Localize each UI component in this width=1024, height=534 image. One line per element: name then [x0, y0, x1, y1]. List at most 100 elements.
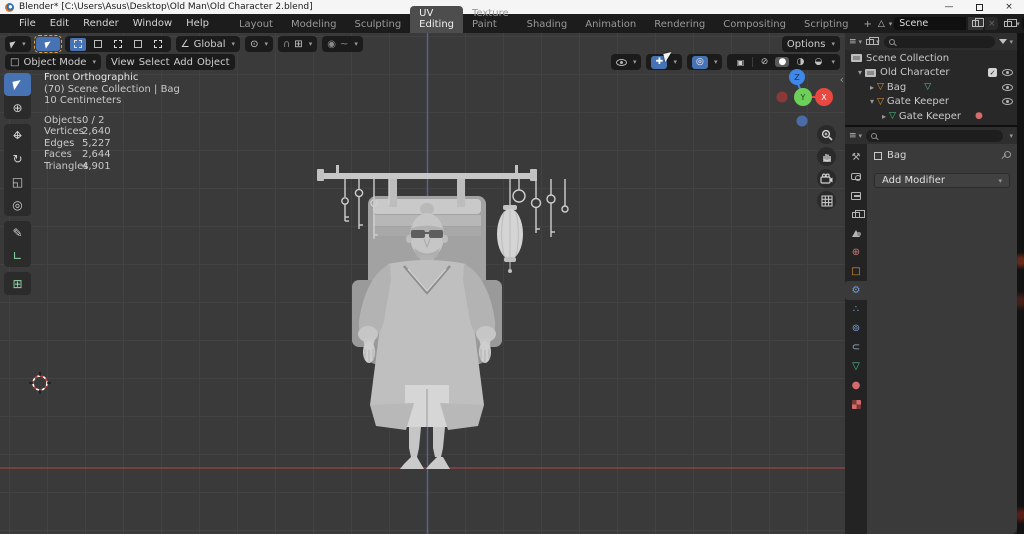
select-mode-subtract[interactable] — [110, 38, 126, 51]
outliner-search-input[interactable] — [883, 35, 996, 48]
menu-help[interactable]: Help — [179, 14, 216, 33]
menu-window[interactable]: Window — [126, 14, 179, 33]
snap-controls[interactable]: ∩ ⊞ ▾ — [277, 36, 318, 52]
tab-animation[interactable]: Animation — [576, 17, 645, 33]
outliner-row-gate-keeper[interactable]: ▾ ▽ Gate Keeper — [845, 95, 1017, 110]
overlays-toggle[interactable]: ◎ ▾ — [686, 54, 723, 70]
tab-physics[interactable]: ⊚ — [845, 319, 867, 338]
new-scene-button[interactable] — [968, 17, 985, 30]
tab-particles[interactable]: ∴ — [845, 300, 867, 319]
orthographic-toggle-button[interactable] — [817, 191, 836, 210]
shading-wireframe-button[interactable]: ⊘ — [757, 57, 771, 67]
xray-toggle[interactable]: ▣ — [732, 56, 748, 69]
tab-render[interactable] — [845, 167, 867, 186]
options-dropdown[interactable]: Options ▾ — [781, 36, 840, 52]
properties-options-dropdown[interactable]: ▾ — [1009, 132, 1013, 140]
disclosure-open-icon[interactable]: ▾ — [867, 97, 877, 106]
hide-toggle[interactable] — [1002, 98, 1013, 106]
tab-object-data[interactable]: ▽ — [845, 357, 867, 376]
add-workspace-button[interactable]: + — [857, 17, 877, 33]
active-tool-dropdown[interactable]: ◤ ▾ — [5, 36, 31, 52]
outliner-filter-id-dropdown[interactable]: ▾ — [866, 36, 880, 46]
outliner-filter-dropdown[interactable]: ▾ — [999, 38, 1013, 46]
close-button[interactable]: × — [994, 0, 1024, 14]
unlink-scene-button[interactable]: × — [985, 17, 999, 30]
outliner-row-old-character[interactable]: ▾ Old Character ✓ — [845, 66, 1017, 81]
tab-layout[interactable]: Layout — [230, 17, 282, 33]
scene-name-field[interactable]: Scene — [894, 17, 967, 30]
view-layer-icon — [1004, 18, 1018, 27]
mode-dropdown[interactable]: □ Object Mode ▾ — [5, 54, 101, 70]
collection-checkbox[interactable]: ✓ — [988, 68, 997, 78]
object-visibility-dropdown[interactable]: ▾ — [610, 54, 642, 70]
disclosure-closed-icon[interactable]: ▸ — [867, 83, 877, 92]
outliner-row-gate-keeper-data[interactable]: ▸ ▽ Gate Keeper ● — [845, 109, 1017, 124]
menu-render[interactable]: Render — [76, 14, 126, 33]
properties-editor-type-dropdown[interactable]: ≡ ▾ — [849, 131, 862, 141]
camera-view-button[interactable] — [817, 169, 836, 188]
sidebar-toggle[interactable]: ‹ — [840, 73, 844, 86]
tab-scripting[interactable]: Scripting — [795, 17, 857, 33]
tab-rendering[interactable]: Rendering — [645, 17, 714, 33]
tab-texture[interactable] — [845, 395, 867, 414]
add-modifier-dropdown[interactable]: Add Modifier ▾ — [874, 173, 1010, 188]
chevron-down-icon: ▾ — [354, 40, 358, 48]
tool-select-box[interactable]: ◤ — [4, 73, 31, 96]
tab-view-layer[interactable] — [845, 205, 867, 224]
properties-search-input[interactable] — [866, 129, 1004, 142]
tab-object[interactable]: □ — [845, 262, 867, 281]
tab-modifiers[interactable]: ⚙ — [845, 281, 867, 300]
outliner-header: ≡ ▾ ▾ ▾ — [845, 33, 1017, 50]
menu-file[interactable]: File — [12, 14, 43, 33]
tool-measure[interactable]: ∟ — [4, 244, 31, 267]
tool-move[interactable]: ↔ ↕ — [4, 124, 31, 147]
tab-material[interactable]: ● — [845, 376, 867, 395]
proportional-editing-controls[interactable]: ◉ ~ ▾ — [322, 36, 363, 52]
menu-object[interactable]: Object — [197, 57, 230, 68]
tool-add-cube[interactable]: ⊞ — [4, 272, 31, 295]
outliner-display-mode-dropdown[interactable]: ≡ ▾ — [849, 37, 862, 47]
menu-view[interactable]: View — [111, 57, 135, 68]
tab-sculpting[interactable]: Sculpting — [345, 17, 410, 33]
outliner-row-bag[interactable]: ▸ ▽ Bag ▽ — [845, 80, 1017, 95]
3d-viewport[interactable]: ◤ ▾ ◤ ∠ Global ▾ ⊙ ▾ ∩ ⊞ ▾ ◉ ~ ▾ Options… — [0, 33, 845, 534]
select-box-tool-button[interactable]: ◤ — [33, 35, 62, 53]
tool-scale[interactable]: ◱ — [4, 170, 31, 193]
pin-icon[interactable] — [1000, 150, 1011, 161]
hide-toggle[interactable] — [1002, 83, 1013, 91]
viewport-menus: View Select Add Object — [105, 54, 235, 70]
menu-select[interactable]: Select — [139, 57, 170, 68]
menu-edit[interactable]: Edit — [43, 14, 76, 33]
tab-scene[interactable] — [845, 224, 867, 243]
tab-world[interactable]: ⊕ — [845, 243, 867, 262]
transform-orientation-dropdown[interactable]: ∠ Global ▾ — [175, 36, 241, 52]
select-mode-invert[interactable] — [130, 38, 146, 51]
hide-toggle[interactable] — [1002, 69, 1013, 77]
tab-compositing[interactable]: Compositing — [714, 17, 795, 33]
chevron-down-icon[interactable]: ▾ — [889, 20, 893, 28]
pivot-point-dropdown[interactable]: ⊙ ▾ — [245, 36, 273, 52]
pan-button[interactable] — [817, 147, 836, 166]
disclosure-open-icon[interactable]: ▾ — [855, 68, 865, 77]
tab-texture-paint[interactable]: Texture Paint — [463, 6, 518, 33]
tab-uv-editing[interactable]: UV Editing — [410, 6, 463, 33]
tab-output[interactable] — [845, 186, 867, 205]
minimize-button[interactable]: — — [934, 0, 964, 14]
tool-annotate[interactable]: ✎ — [4, 221, 31, 244]
zoom-button[interactable] — [817, 125, 836, 144]
tab-modeling[interactable]: Modeling — [282, 17, 346, 33]
tab-tool[interactable]: ⚒ — [845, 148, 867, 167]
outliner-row-scene-collection[interactable]: Scene Collection — [845, 51, 1017, 66]
disclosure-closed-icon[interactable]: ▸ — [879, 112, 889, 121]
menu-add[interactable]: Add — [174, 57, 193, 68]
tool-transform[interactable]: ◎ — [4, 193, 31, 216]
blender-window: Blender* [C:\Users\Asus\Desktop\Old Man\… — [0, 0, 1024, 534]
tool-rotate[interactable]: ↻ — [4, 147, 31, 170]
tool-cursor[interactable]: ⊕ — [4, 96, 31, 119]
select-mode-intersect[interactable] — [150, 38, 166, 51]
maximize-button[interactable] — [964, 0, 994, 14]
select-mode-extend[interactable] — [90, 38, 106, 51]
select-mode-new[interactable] — [69, 37, 86, 51]
tab-shading[interactable]: Shading — [518, 17, 577, 33]
tab-constraints[interactable]: ⊂ — [845, 338, 867, 357]
